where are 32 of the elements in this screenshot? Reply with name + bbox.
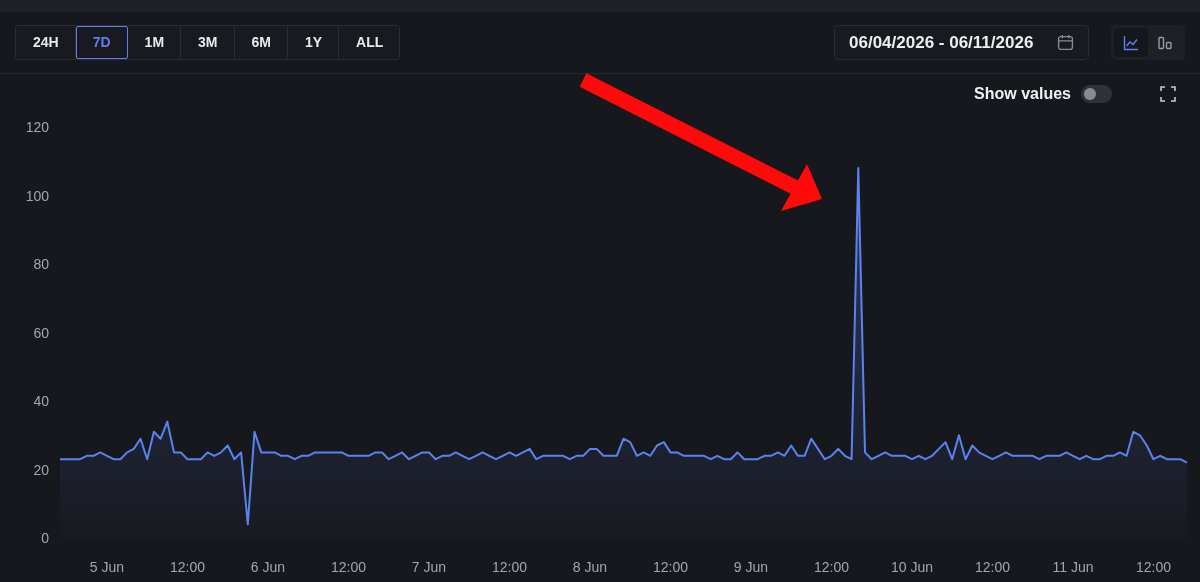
date-range-field[interactable]: 06/04/2026 - 06/11/2026 <box>834 25 1089 60</box>
calendar-icon <box>1057 34 1074 51</box>
x-axis-label: 7 Jun <box>411 559 447 575</box>
y-axis-label: 0 <box>41 530 49 546</box>
x-axis-label: 6 Jun <box>250 559 286 575</box>
range-tab[interactable]: 7D <box>75 26 128 59</box>
show-values-switch[interactable] <box>1081 85 1112 103</box>
fullscreen-icon[interactable] <box>1160 86 1176 102</box>
x-axis-label: 12:00 <box>330 559 366 575</box>
x-axis-label: 11 Jun <box>1052 559 1094 575</box>
y-axis-label: 80 <box>33 256 49 272</box>
x-axis-label: 12:00 <box>652 559 688 575</box>
y-axis-label: 120 <box>25 119 49 135</box>
x-axis-label: 12:00 <box>1135 559 1171 575</box>
x-axis-label: 12:00 <box>974 559 1010 575</box>
show-values-label: Show values <box>974 84 1071 104</box>
line-chart-icon <box>1123 34 1139 51</box>
date-range-value: 06/04/2026 - 06/11/2026 <box>849 31 1034 54</box>
y-axis-label: 100 <box>25 187 49 204</box>
bar-chart-icon <box>1157 34 1173 51</box>
x-axis-label: 12:00 <box>169 559 205 575</box>
x-axis-label: 12:00 <box>491 559 527 575</box>
x-axis-label: 5 Jun <box>89 559 125 575</box>
range-tab[interactable]: 24H <box>16 26 76 59</box>
line-chart-button[interactable] <box>1114 28 1148 57</box>
y-axis-label: 40 <box>33 393 49 409</box>
x-axis-label: 9 Jun <box>733 559 769 575</box>
y-axis-label: 60 <box>33 324 49 341</box>
x-axis-label: 8 Jun <box>572 559 608 575</box>
y-axis-label: 20 <box>33 461 49 478</box>
x-axis-label: 10 Jun <box>890 559 933 575</box>
x-axis-label: 12:00 <box>813 559 849 575</box>
